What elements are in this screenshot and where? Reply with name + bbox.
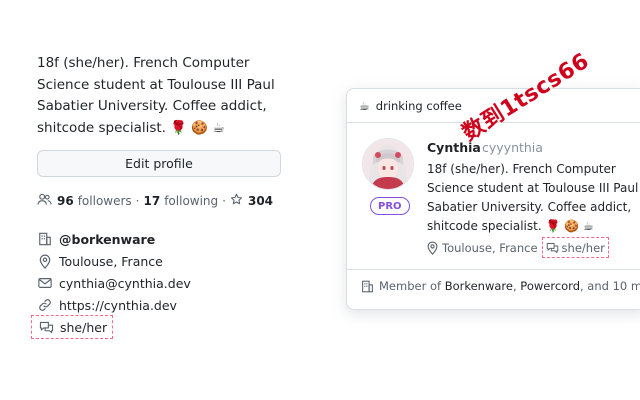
stars-link[interactable]: 304 bbox=[230, 193, 277, 209]
organization-icon bbox=[37, 232, 53, 246]
org-link-borkenware[interactable]: Borkenware bbox=[445, 279, 513, 293]
detail-org[interactable]: @borkenware bbox=[37, 228, 297, 250]
organization-icon bbox=[361, 280, 374, 293]
star-icon bbox=[230, 193, 243, 209]
follow-stats: 96 followers · 17 following · 304 bbox=[37, 193, 277, 209]
card-handle[interactable]: cyyynthia bbox=[482, 140, 543, 155]
org-name: @borkenware bbox=[59, 231, 156, 247]
pronouns-text: she/her bbox=[60, 319, 108, 335]
email-link: cynthia@cynthia.dev bbox=[59, 275, 191, 291]
location-pin-icon bbox=[427, 240, 438, 255]
speech-bubbles-icon bbox=[546, 242, 559, 254]
profile-details: @borkenware Toulouse, France cynthia@cyn… bbox=[31, 228, 297, 339]
location-pin-icon bbox=[37, 254, 53, 269]
location-text: Toulouse, France bbox=[59, 253, 163, 269]
card-location-row: Toulouse, France she/her bbox=[427, 237, 609, 258]
detail-email[interactable]: cynthia@cynthia.dev bbox=[37, 272, 297, 294]
card-bio: 18f (she/her). French Computer Science s… bbox=[427, 162, 639, 233]
status-text: drinking coffee bbox=[375, 98, 462, 113]
card-location: Toulouse, France bbox=[442, 240, 538, 255]
card-divider bbox=[347, 269, 640, 270]
coffee-emoji: ☕ bbox=[359, 98, 370, 113]
profile-bio: 18f (she/her). French Computer Science s… bbox=[37, 55, 275, 136]
pronouns-highlight: she/her bbox=[31, 315, 114, 339]
org-link-powercord[interactable]: Powercord bbox=[520, 279, 580, 293]
website-link: https://cynthia.dev bbox=[59, 297, 177, 313]
edit-profile-label: Edit profile bbox=[125, 156, 193, 171]
speech-bubbles-icon bbox=[38, 321, 54, 334]
followers-link[interactable]: 96 followers bbox=[57, 194, 132, 208]
avatar[interactable] bbox=[362, 138, 414, 190]
mail-icon bbox=[37, 277, 53, 289]
following-link[interactable]: 17 following bbox=[144, 194, 219, 208]
detail-website[interactable]: https://cynthia.dev bbox=[37, 294, 297, 316]
detail-location: Toulouse, France bbox=[37, 250, 297, 272]
link-icon bbox=[37, 298, 53, 312]
card-membership: Member of Borkenware, Powercord, and 10 … bbox=[361, 279, 640, 293]
detail-pronouns: she/her bbox=[31, 315, 297, 339]
edit-profile-button[interactable]: Edit profile bbox=[37, 150, 281, 177]
people-icon bbox=[37, 193, 52, 209]
card-pronouns-highlight: she/her bbox=[541, 237, 609, 258]
pro-badge: PRO bbox=[370, 197, 410, 215]
card-pronouns: she/her bbox=[561, 240, 605, 255]
